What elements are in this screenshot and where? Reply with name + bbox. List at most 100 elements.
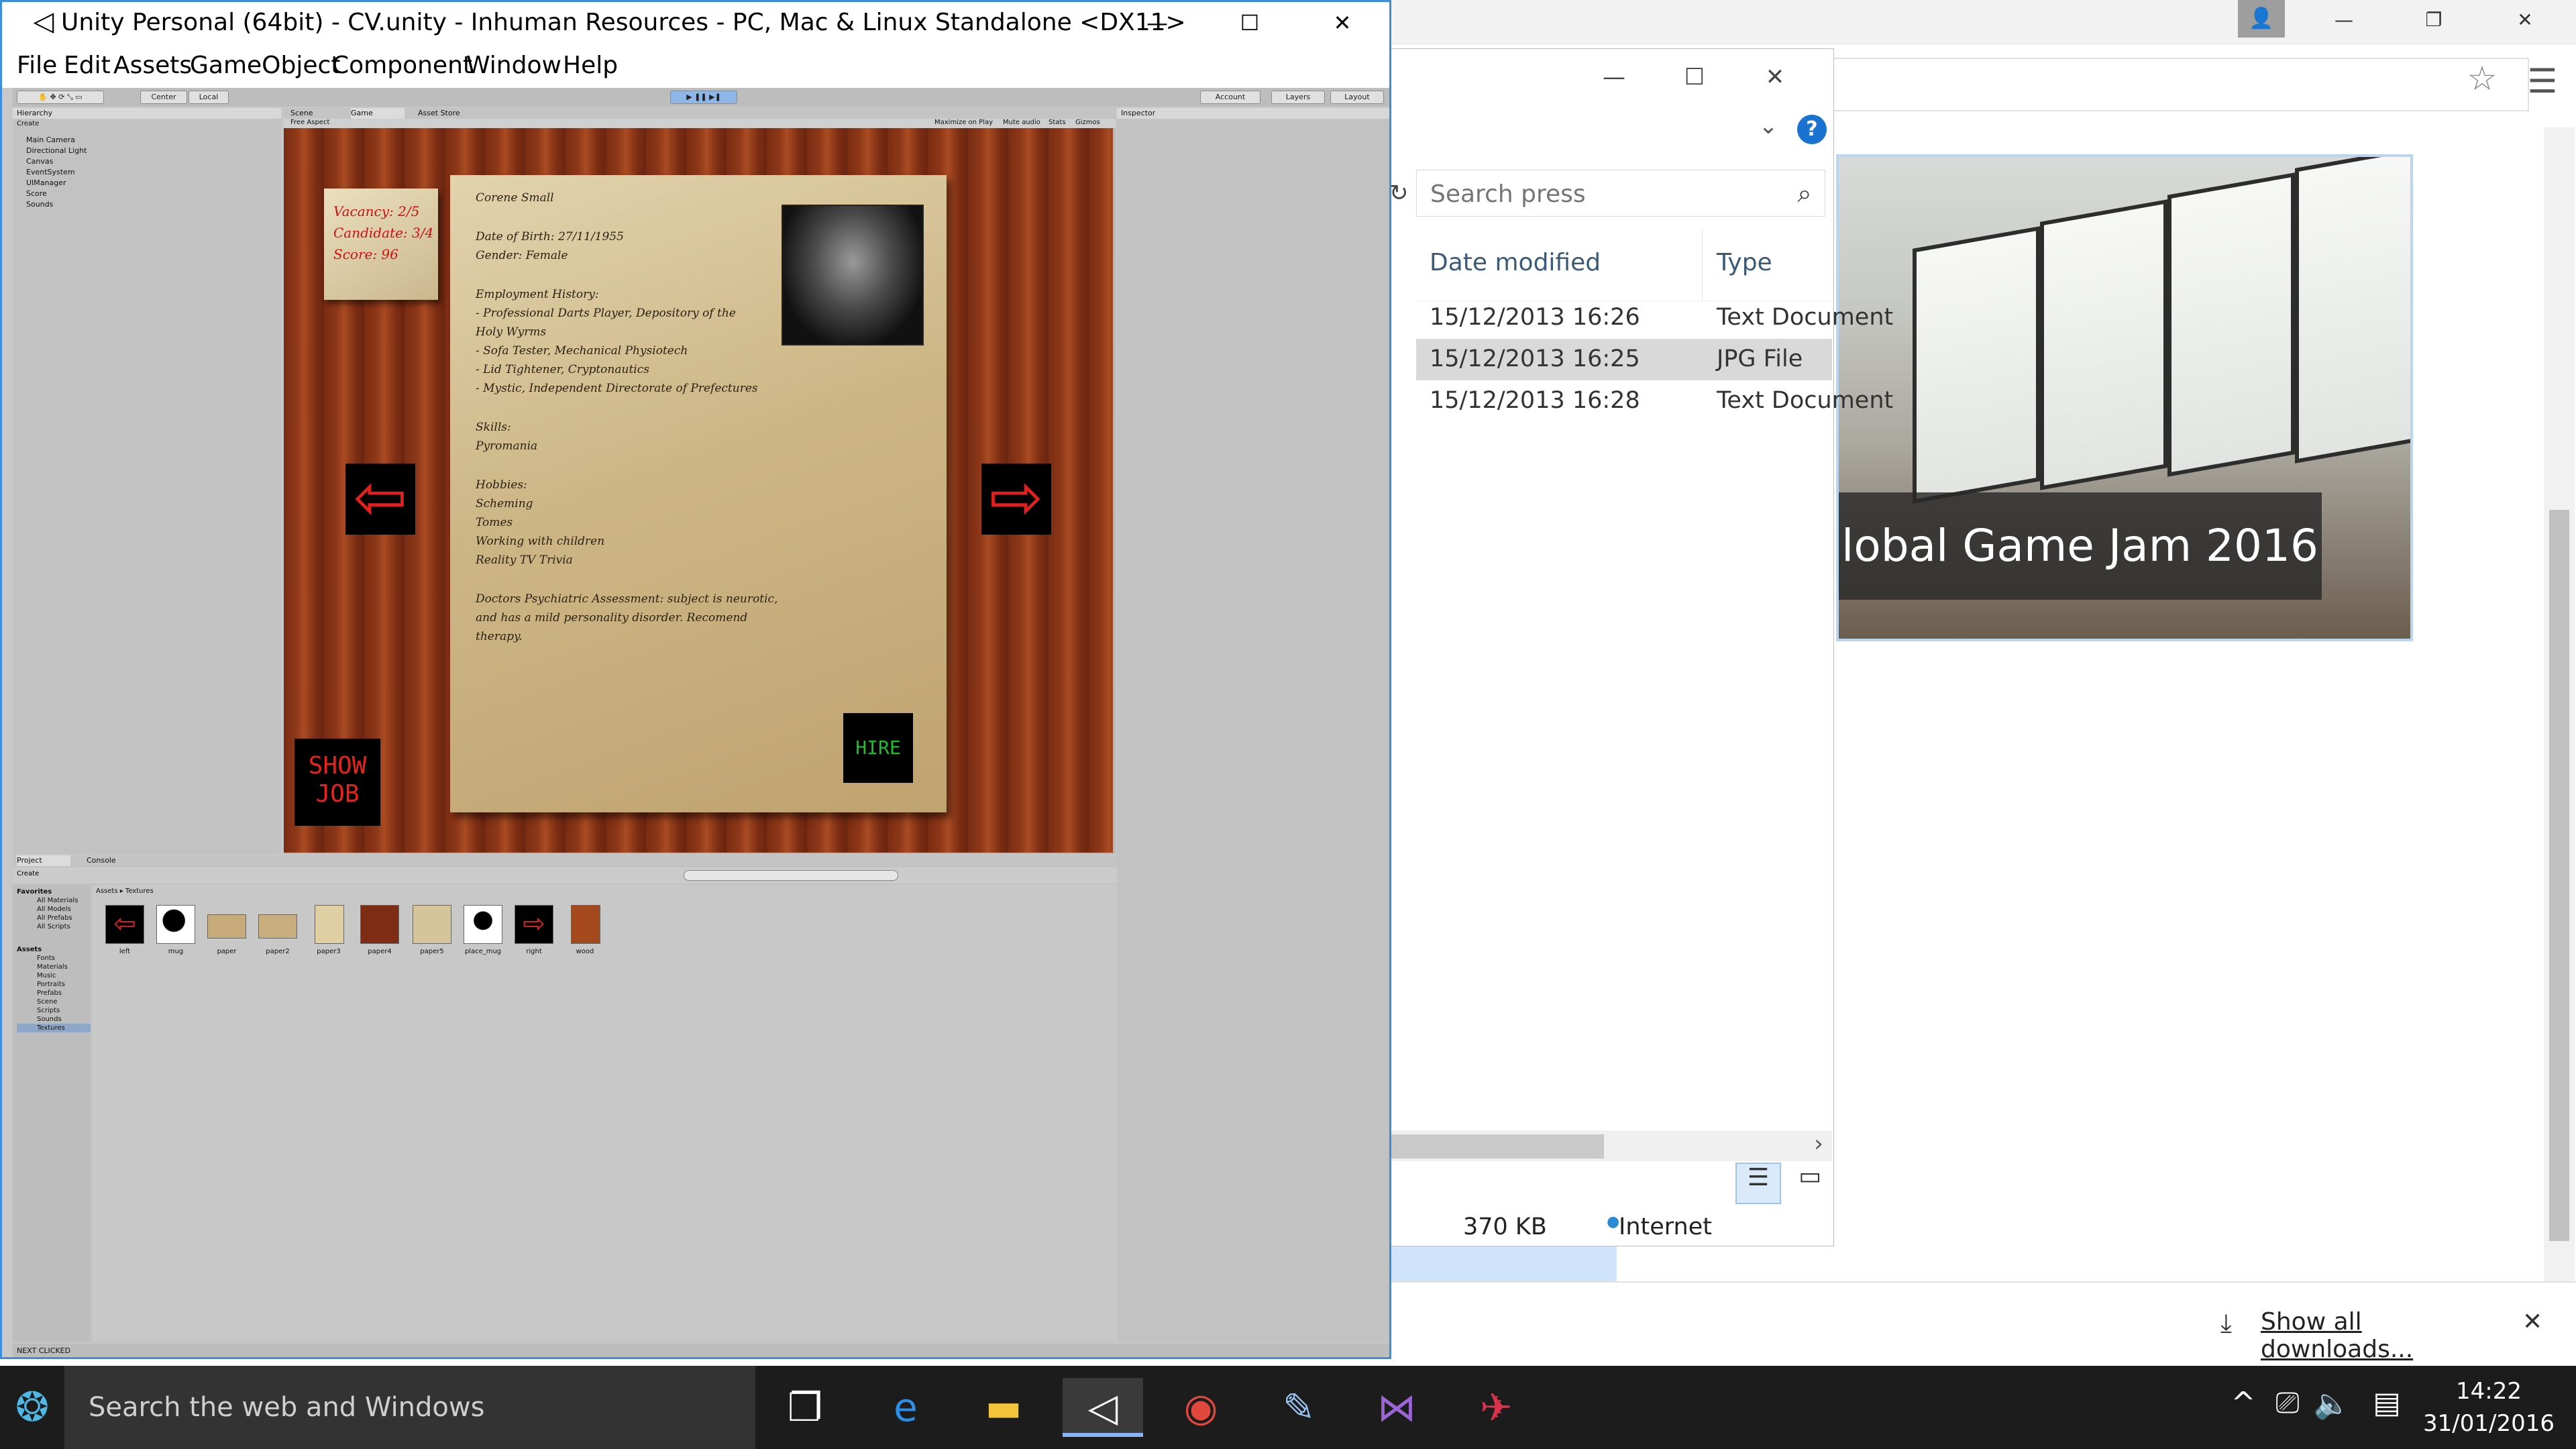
file-row[interactable]: 15/12/2013 16:28 Text Document xyxy=(1416,380,1893,422)
volume-icon[interactable]: 🔈 xyxy=(2312,1386,2352,1429)
stats-toggle[interactable]: Stats xyxy=(1049,119,1073,128)
scroll-thumb[interactable] xyxy=(1389,1134,1604,1159)
search-box[interactable]: ⌕ xyxy=(1416,170,1825,217)
app-icon[interactable]: ✈ xyxy=(1456,1378,1536,1437)
hierarchy-item[interactable]: Canvas xyxy=(17,156,272,167)
tab-scene[interactable]: Scene xyxy=(290,108,337,119)
tree-item[interactable]: Music xyxy=(17,971,91,980)
menu-window[interactable]: Window xyxy=(466,52,561,83)
tab-console[interactable]: Console xyxy=(87,855,140,866)
next-arrow-button[interactable]: ⇨ xyxy=(981,464,1051,535)
unity-icon[interactable]: ◁ xyxy=(1063,1378,1143,1437)
menu-assets[interactable]: Assets xyxy=(113,52,192,83)
tree-item[interactable]: Scene xyxy=(17,998,91,1006)
menu-icon[interactable]: ☰ xyxy=(2522,62,2563,109)
visual-studio-icon[interactable]: ⋈ xyxy=(1356,1378,1437,1437)
chrome-minimize-button[interactable]: — xyxy=(2325,7,2363,34)
maximize-on-play-toggle[interactable]: Maximize on Play xyxy=(934,119,1002,128)
notifications-icon[interactable]: ▤ xyxy=(2367,1386,2407,1429)
page-scrollbar[interactable] xyxy=(2544,127,2575,1281)
clock[interactable]: 14:22 31/01/2016 xyxy=(2408,1375,2569,1440)
hierarchy-item[interactable]: Score xyxy=(17,189,272,199)
show-all-downloads-link[interactable]: Show all downloads... xyxy=(2261,1308,2502,1363)
texture-thumb[interactable] xyxy=(156,905,195,944)
search-icon[interactable]: ⌕ xyxy=(1789,178,1820,209)
gizmos-dropdown[interactable]: Gizmos xyxy=(1075,119,1113,128)
column-date-modified[interactable]: Date modified xyxy=(1430,249,1684,282)
create-dropdown[interactable]: Create xyxy=(17,120,57,129)
project-search-input[interactable] xyxy=(684,870,898,881)
maximize-button[interactable]: ☐ xyxy=(1216,5,1283,41)
download-progress[interactable] xyxy=(1389,1246,1617,1281)
chevron-right-icon[interactable]: › xyxy=(1805,1130,1832,1161)
tree-item[interactable]: Assets xyxy=(17,945,91,954)
column-divider[interactable] xyxy=(1702,229,1703,301)
texture-thumb[interactable] xyxy=(413,905,451,944)
hierarchy-item[interactable]: Sounds xyxy=(17,199,272,210)
texture-thumb[interactable]: ⇨ xyxy=(515,905,553,944)
create-dropdown[interactable]: Create xyxy=(17,870,57,879)
thumbnail-view-icon[interactable]: ▭ xyxy=(1789,1163,1831,1204)
minimize-button[interactable]: — xyxy=(1124,5,1191,41)
file-explorer-icon[interactable]: ▬ xyxy=(963,1378,1044,1437)
task-view-icon[interactable]: ❐ xyxy=(765,1378,845,1437)
close-icon[interactable]: ✕ xyxy=(2522,1308,2549,1336)
texture-thumb[interactable] xyxy=(315,905,344,944)
account-dropdown[interactable]: Account xyxy=(1200,91,1260,104)
tab-game[interactable]: Game xyxy=(351,108,405,119)
aspect-dropdown[interactable]: Free Aspect xyxy=(290,119,358,128)
dialog-close-button[interactable]: ✕ xyxy=(1752,64,1799,101)
texture-thumb[interactable] xyxy=(207,914,246,938)
refresh-icon[interactable]: ↻ xyxy=(1389,180,1409,207)
tree-item-selected[interactable]: Textures xyxy=(17,1024,91,1032)
paint-icon[interactable]: ✎ xyxy=(1258,1378,1339,1437)
show-job-button[interactable]: SHOW JOB xyxy=(294,739,380,826)
tab-asset-store[interactable]: Asset Store xyxy=(418,108,485,119)
tree-item[interactable]: All Models xyxy=(17,905,91,914)
texture-thumb[interactable] xyxy=(360,905,399,944)
chevron-down-icon[interactable]: ⌄ xyxy=(1752,113,1785,146)
tree-item[interactable]: Materials xyxy=(17,963,91,971)
taskbar-search[interactable]: Search the web and Windows xyxy=(64,1366,755,1449)
close-button[interactable]: ✕ xyxy=(1309,5,1376,41)
menu-file[interactable]: File xyxy=(17,52,57,83)
hierarchy-item[interactable]: UIManager xyxy=(17,178,272,189)
menu-help[interactable]: Help xyxy=(563,52,630,83)
horizontal-scrollbar[interactable]: › xyxy=(1389,1130,1832,1161)
help-icon[interactable]: ? xyxy=(1797,115,1827,144)
chrome-icon[interactable]: ◉ xyxy=(1161,1378,1241,1437)
previous-arrow-button[interactable]: ⇦ xyxy=(345,464,415,535)
hierarchy-item[interactable]: EventSystem xyxy=(17,167,272,178)
user-icon[interactable]: 👤 xyxy=(2238,0,2285,38)
file-row[interactable]: 15/12/2013 16:25 JPG File xyxy=(1416,339,1832,380)
tree-item[interactable]: Prefabs xyxy=(17,989,91,998)
search-input[interactable] xyxy=(1430,178,1766,209)
chrome-restore-button[interactable]: ❐ xyxy=(2415,7,2453,34)
tree-item[interactable]: Scripts xyxy=(17,1006,91,1015)
tab-project[interactable]: Project xyxy=(17,855,70,866)
star-icon[interactable]: ☆ xyxy=(2462,59,2502,106)
tree-item[interactable]: Portraits xyxy=(17,980,91,989)
tree-item[interactable]: Fonts xyxy=(17,954,91,963)
menu-component[interactable]: Component xyxy=(332,52,472,83)
texture-thumb[interactable] xyxy=(571,905,600,944)
hierarchy-item[interactable]: Main Camera xyxy=(17,135,272,146)
start-icon[interactable]: ❂ xyxy=(0,1366,64,1449)
tab-inspector[interactable]: Inspector xyxy=(1117,108,1389,119)
tree-item[interactable]: Sounds xyxy=(17,1015,91,1024)
dialog-maximize-button[interactable]: ☐ xyxy=(1671,64,1718,101)
file-row[interactable]: 15/12/2013 16:26 Text Document xyxy=(1416,297,1893,339)
chevron-up-icon[interactable]: ^ xyxy=(2223,1386,2263,1429)
hierarchy-item[interactable]: Directional Light xyxy=(17,146,272,156)
pivot-local-button[interactable]: Local xyxy=(189,91,229,104)
dialog-minimize-button[interactable]: — xyxy=(1591,64,1638,101)
scroll-thumb[interactable] xyxy=(2549,510,2569,1241)
layers-dropdown[interactable]: Layers xyxy=(1271,91,1325,104)
menu-gameobject[interactable]: GameObject xyxy=(190,52,340,83)
pivot-center-button[interactable]: Center xyxy=(140,91,187,104)
menu-edit[interactable]: Edit xyxy=(64,52,111,83)
texture-thumb[interactable] xyxy=(258,914,297,938)
mute-audio-toggle[interactable]: Mute audio xyxy=(1003,119,1046,128)
layout-dropdown[interactable]: Layout xyxy=(1330,91,1384,104)
texture-thumb[interactable]: ⇦ xyxy=(105,905,144,944)
